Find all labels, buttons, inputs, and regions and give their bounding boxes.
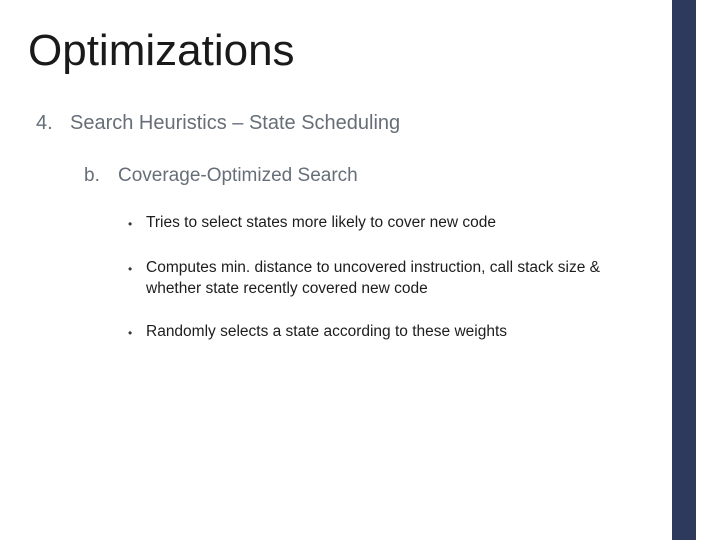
bullet-item: • Randomly selects a state according to …: [128, 322, 648, 345]
subheading-b-marker: b.: [84, 165, 104, 187]
bullet-list: • Tries to select states more likely to …: [128, 213, 648, 344]
heading-4-text: Search Heuristics – State Scheduling: [70, 112, 400, 135]
slide-title: Optimizations: [28, 26, 660, 76]
bullet-dot-icon: •: [128, 258, 136, 300]
heading-4-marker: 4.: [36, 112, 56, 135]
bullet-text: Tries to select states more likely to co…: [146, 213, 496, 236]
bullet-text: Computes min. distance to uncovered inst…: [146, 258, 648, 300]
bullet-dot-icon: •: [128, 213, 136, 236]
slide: Optimizations 4. Search Heuristics – Sta…: [0, 0, 720, 540]
bullet-item: • Tries to select states more likely to …: [128, 213, 648, 236]
subheading-b: b. Coverage-Optimized Search: [84, 165, 660, 187]
subheading-b-text: Coverage-Optimized Search: [118, 165, 358, 187]
bullet-dot-icon: •: [128, 322, 136, 345]
heading-4: 4. Search Heuristics – State Scheduling: [36, 112, 660, 135]
bullet-item: • Computes min. distance to uncovered in…: [128, 258, 648, 300]
bullet-text: Randomly selects a state according to th…: [146, 322, 507, 345]
